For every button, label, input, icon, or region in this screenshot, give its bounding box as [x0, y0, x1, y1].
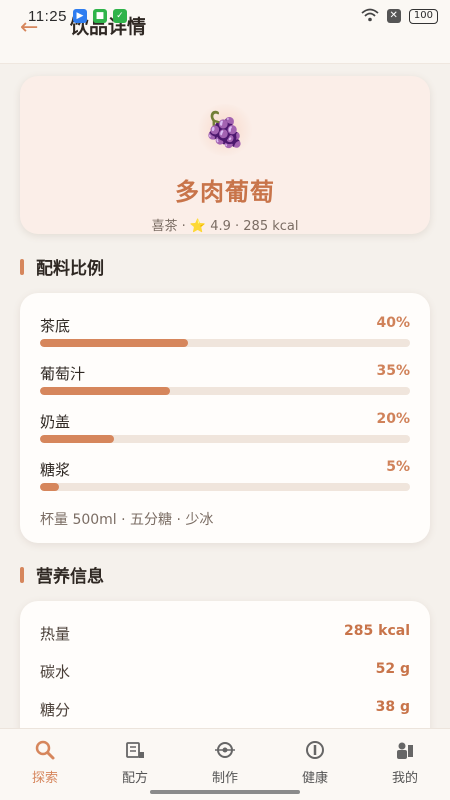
drink-detail-content[interactable]: 🍇 多肉葡萄 喜茶 · ⭐ 4.9 · 285 kcal 配料比例 茶底 40% 葡…: [0, 64, 450, 728]
nav-item-profile[interactable]: 我的: [360, 729, 450, 800]
ingredient-bar-fill: [40, 387, 170, 395]
ingredient-name: 茶底: [40, 317, 71, 335]
profile-icon: [394, 739, 416, 761]
notification-app-icon: ▶: [72, 9, 87, 23]
nutrition-value: 285 kcal: [344, 623, 410, 639]
nutrition-value: 38 g: [375, 699, 410, 715]
ingredient-bar-track: [40, 483, 410, 491]
ingredient-name: 葡萄汁: [40, 365, 86, 383]
status-bar: 11:25 ▶ ■ ✓ ✕ 100: [0, 0, 450, 32]
ingredient-percent: 5%: [386, 459, 410, 475]
ingredient-name: 糖浆: [40, 461, 71, 479]
drink-meta: 喜茶 · ⭐ 4.9 · 285 kcal: [151, 219, 299, 234]
nutrition-list: 热量 285 kcal 碳水 52 g 糖分 38 g: [20, 623, 430, 728]
ingredient-bar-track: [40, 339, 410, 347]
ingredient-bar-track: [40, 435, 410, 443]
ingredient-row: 茶底 40%: [20, 315, 430, 363]
nav-label: 制作: [211, 771, 238, 786]
sim-status-icon: ✕: [386, 9, 401, 23]
nav-label: 我的: [391, 771, 418, 786]
nutrition-card: 热量 285 kcal 碳水 52 g 糖分 38 g: [20, 601, 430, 728]
nutrition-row: 糖分 38 g: [20, 699, 430, 728]
nutrition-label: 热量: [40, 625, 71, 643]
ingredient-bar-fill: [40, 339, 188, 347]
nutrition-label: 糖分: [40, 701, 71, 719]
drink-hero-card: 🍇 多肉葡萄 喜茶 · ⭐ 4.9 · 285 kcal: [20, 76, 430, 234]
drink-emoji: 🍇: [203, 110, 247, 150]
ingredient-percent: 35%: [376, 363, 410, 379]
nav-item-explore[interactable]: 探索: [0, 729, 90, 800]
notification-lock-icon: ■: [92, 9, 107, 23]
nutrition-row: 碳水 52 g: [20, 661, 430, 699]
drink-name: 多肉葡萄: [175, 178, 275, 206]
ingredient-row: 葡萄汁 35%: [20, 363, 430, 411]
ingredient-bar-fill: [40, 435, 114, 443]
ingredient-row: 糖浆 5%: [20, 459, 430, 507]
nutrition-label: 碳水: [40, 663, 71, 681]
wifi-icon: [360, 8, 379, 25]
recipe-icon: [124, 739, 146, 761]
ingredients-card: 茶底 40% 葡萄汁 35% 奶盖 20% 糖浆 5% 杯量 500ml · 五分糖 · 少冰: [20, 293, 430, 543]
nav-label: 探索: [31, 771, 58, 786]
ingredient-bar-track: [40, 387, 410, 395]
grape-icon: 🍇: [195, 104, 255, 156]
battery-indicator: 100: [408, 8, 438, 24]
ingredient-name: 奶盖: [40, 413, 71, 431]
ingredients-section-title: 配料比例: [20, 254, 104, 279]
nav-label: 健康: [301, 771, 328, 786]
cup-info: 杯量 500ml · 五分糖 · 少冰: [40, 512, 214, 528]
nutrition-row: 热量 285 kcal: [20, 623, 430, 661]
notification-shield-icon: ✓: [112, 9, 127, 23]
health-icon: [304, 739, 326, 761]
nutrition-value: 52 g: [375, 661, 410, 677]
search-icon: [34, 739, 56, 761]
ingredient-bar-fill: [40, 483, 59, 491]
nav-label: 配方: [121, 771, 148, 786]
ingredient-percent: 40%: [376, 315, 410, 331]
ingredient-list: 茶底 40% 葡萄汁 35% 奶盖 20% 糖浆 5%: [20, 315, 430, 507]
home-indicator[interactable]: [150, 790, 300, 794]
make-icon: [214, 739, 236, 761]
status-time: 11:25: [28, 7, 67, 25]
ingredient-percent: 20%: [376, 411, 410, 427]
nutrition-section-title: 营养信息: [20, 562, 104, 587]
ingredient-row: 奶盖 20%: [20, 411, 430, 459]
